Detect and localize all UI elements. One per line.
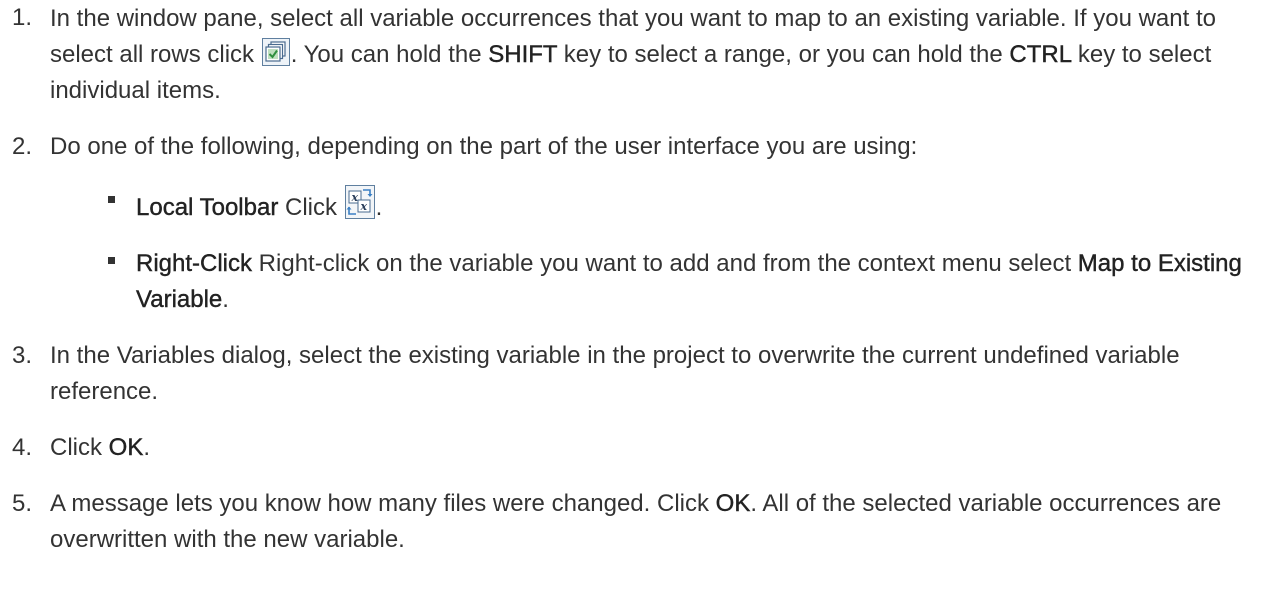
step-5: 5. A message lets you know how many file… <box>0 486 1267 558</box>
option-right-click: Right-Click Right-click on the variable … <box>88 246 1267 318</box>
shift-key-label: SHIFT <box>488 41 558 68</box>
map-to-existing-variable-icon: x x <box>344 185 375 219</box>
option-local-toolbar: Local Toolbar Click x x . <box>88 185 1267 226</box>
steps-list: 1. In the window pane, select all variab… <box>0 0 1267 558</box>
option-text: . <box>222 286 229 313</box>
step-number: 4. <box>12 434 33 461</box>
ok-button-label: OK <box>108 434 144 461</box>
bullet-marker <box>108 257 115 264</box>
step-text: In the Variables dialog, select the exis… <box>50 342 1180 405</box>
option-text: Right-click on the variable you want to … <box>252 250 1078 277</box>
step-1: 1. In the window pane, select all variab… <box>0 0 1267 109</box>
svg-text:x: x <box>359 200 367 213</box>
bullet-marker <box>108 196 115 203</box>
step-number: 2. <box>12 133 33 160</box>
step-number: 3. <box>12 342 33 369</box>
step-text: Click <box>50 434 109 461</box>
option-label: Local Toolbar <box>136 194 279 221</box>
step-3: 3. In the Variables dialog, select the e… <box>0 338 1267 410</box>
svg-text:x: x <box>350 191 358 204</box>
select-all-rows-icon <box>261 38 290 66</box>
step-text: . You can hold the <box>290 41 489 68</box>
option-label: Right-Click <box>136 250 253 277</box>
ctrl-key-label: CTRL <box>1009 41 1072 68</box>
step-text: key to select a range, or you can hold t… <box>557 41 1010 68</box>
step-number: 5. <box>12 490 33 517</box>
procedure-page: 1. In the window pane, select all variab… <box>0 0 1287 608</box>
step-text: Do one of the following, depending on th… <box>50 133 918 160</box>
step-4: 4. Click OK. <box>0 430 1267 466</box>
option-text: . <box>375 194 383 221</box>
ok-button-label: OK <box>715 490 751 517</box>
step-text: A message lets you know how many files w… <box>50 490 716 517</box>
options-list: Local Toolbar Click x x . Right-Click Ri… <box>50 185 1267 318</box>
step-number: 1. <box>12 4 33 31</box>
option-text: Click <box>278 194 344 221</box>
step-2: 2. Do one of the following, depending on… <box>0 129 1267 318</box>
step-text: . <box>143 434 151 461</box>
